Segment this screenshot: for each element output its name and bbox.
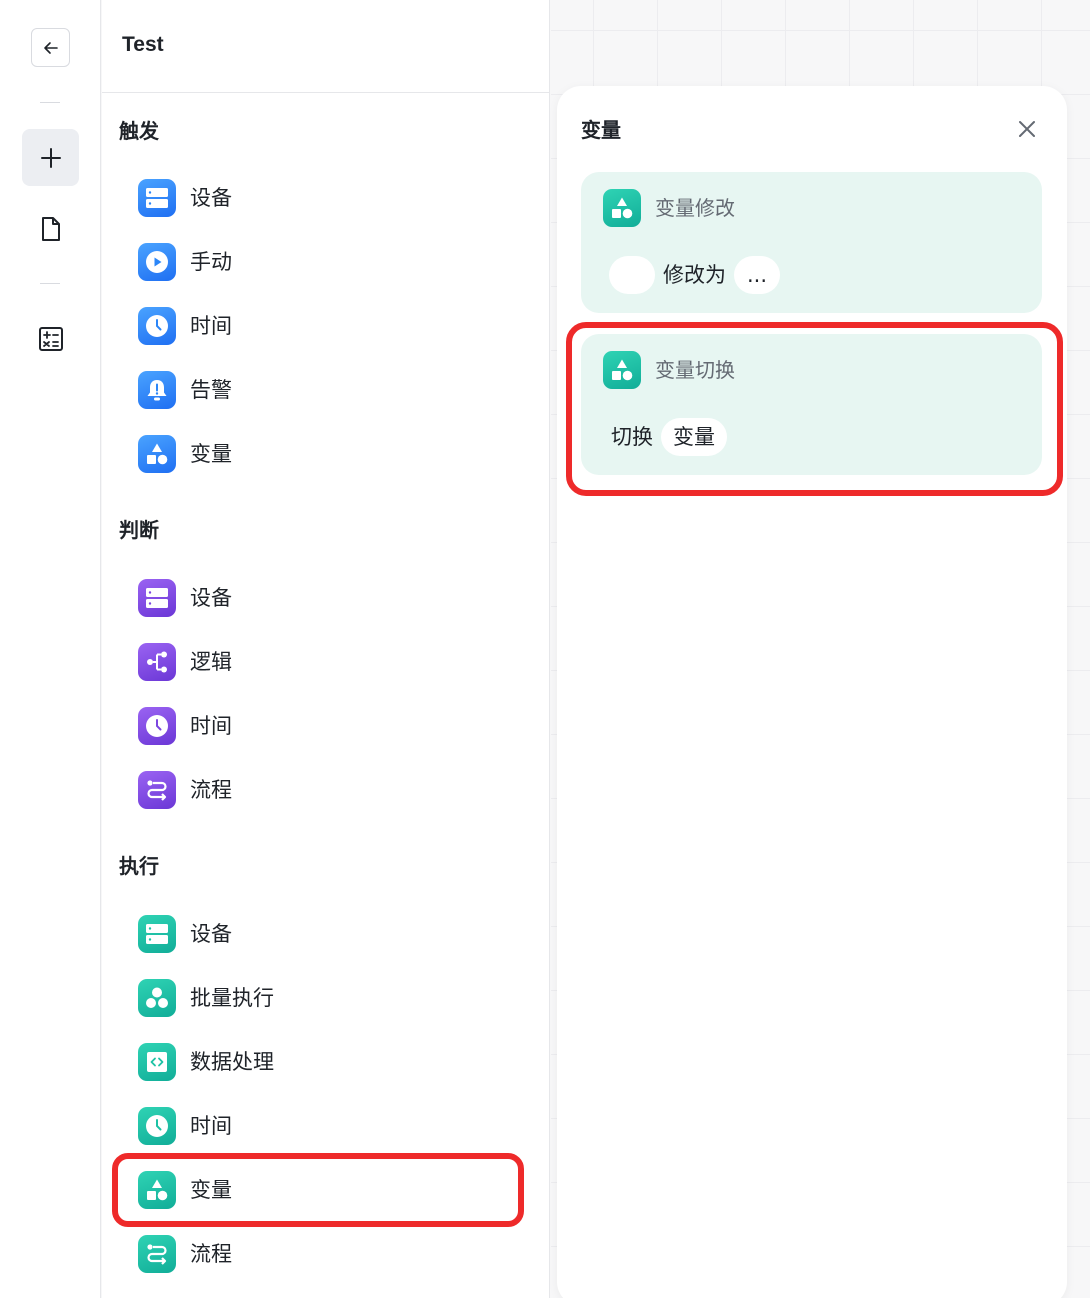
clock-icon bbox=[138, 307, 176, 345]
trigger-item-device[interactable]: 设备 bbox=[138, 178, 518, 218]
trigger-item-label: 设备 bbox=[190, 186, 232, 210]
card-header: 变量修改 bbox=[603, 189, 735, 227]
document-icon bbox=[41, 216, 60, 241]
judge-item-label: 逻辑 bbox=[190, 650, 232, 674]
trigger-item-label: 变量 bbox=[190, 442, 232, 466]
action-item-data-processing[interactable]: 数据处理 bbox=[138, 1042, 518, 1082]
flow-icon bbox=[138, 771, 176, 809]
judge-item-label: 设备 bbox=[190, 586, 232, 610]
section-title-action: 执行 bbox=[119, 854, 159, 878]
document-button[interactable] bbox=[36, 214, 65, 243]
shapes-icon bbox=[603, 189, 641, 227]
clock-icon bbox=[138, 1107, 176, 1145]
add-node-button[interactable] bbox=[22, 129, 79, 186]
action-item-batch[interactable]: 批量执行 bbox=[138, 978, 518, 1018]
shapes-icon bbox=[138, 435, 176, 473]
judge-item-time[interactable]: 时间 bbox=[138, 706, 518, 746]
server-icon bbox=[138, 915, 176, 953]
trigger-item-manual[interactable]: 手动 bbox=[138, 242, 518, 282]
back-button[interactable] bbox=[31, 28, 70, 67]
judge-item-label: 时间 bbox=[190, 714, 232, 738]
highlight-frame-card bbox=[566, 322, 1063, 496]
page-title: Test bbox=[122, 33, 164, 56]
action-item-label: 时间 bbox=[190, 1114, 232, 1138]
section-title-trigger: 触发 bbox=[119, 119, 159, 143]
action-item-label: 批量执行 bbox=[190, 986, 274, 1010]
action-item-label: 流程 bbox=[190, 1242, 232, 1266]
card-name: 变量修改 bbox=[655, 196, 735, 220]
rail-divider bbox=[40, 102, 60, 103]
left-rail bbox=[0, 0, 101, 1298]
branch-icon bbox=[138, 643, 176, 681]
action-item-label: 设备 bbox=[190, 922, 232, 946]
trigger-item-label: 时间 bbox=[190, 314, 232, 338]
panel-header: Test bbox=[102, 0, 550, 93]
server-icon bbox=[138, 179, 176, 217]
calculator-icon bbox=[38, 326, 63, 351]
play-icon bbox=[138, 243, 176, 281]
plus-icon bbox=[40, 147, 61, 168]
action-item-flow[interactable]: 流程 bbox=[138, 1234, 518, 1274]
clock-icon bbox=[138, 707, 176, 745]
card-body: 修改为 ... bbox=[609, 255, 780, 295]
code-icon bbox=[138, 1043, 176, 1081]
card-text: 修改为 bbox=[663, 263, 726, 287]
action-item-device[interactable]: 设备 bbox=[138, 914, 518, 954]
judge-item-flow[interactable]: 流程 bbox=[138, 770, 518, 810]
judge-item-logic[interactable]: 逻辑 bbox=[138, 642, 518, 682]
arrow-left-icon bbox=[43, 41, 58, 54]
circles-icon bbox=[138, 979, 176, 1017]
close-icon bbox=[1019, 121, 1035, 137]
judge-item-label: 流程 bbox=[190, 778, 232, 802]
detail-title: 变量 bbox=[581, 118, 621, 142]
trigger-item-alarm[interactable]: 告警 bbox=[138, 370, 518, 410]
section-title-judge: 判断 bbox=[119, 518, 159, 542]
calculator-button[interactable] bbox=[36, 324, 65, 353]
value-pill[interactable]: ... bbox=[734, 256, 780, 294]
trigger-item-label: 手动 bbox=[190, 250, 232, 274]
judge-item-device[interactable]: 设备 bbox=[138, 578, 518, 618]
variable-select-pill[interactable] bbox=[609, 256, 655, 294]
highlight-frame-list-item bbox=[112, 1153, 524, 1227]
trigger-item-time[interactable]: 时间 bbox=[138, 306, 518, 346]
action-item-time[interactable]: 时间 bbox=[138, 1106, 518, 1146]
node-list-panel: Test 触发 设备 手动 时间 告警 变量 判断 设备 逻辑 时间 流程 执行… bbox=[102, 0, 550, 1298]
close-button[interactable] bbox=[1016, 118, 1038, 140]
rail-divider bbox=[40, 283, 60, 284]
server-icon bbox=[138, 579, 176, 617]
node-card-variable-modify[interactable]: 变量修改 修改为 ... bbox=[581, 172, 1042, 313]
trigger-item-label: 告警 bbox=[190, 378, 232, 402]
flow-icon bbox=[138, 1235, 176, 1273]
trigger-item-variable[interactable]: 变量 bbox=[138, 434, 518, 474]
bell-alert-icon bbox=[138, 371, 176, 409]
detail-panel: 变量 变量修改 修改为 ... 变量切换 切换 变量 bbox=[557, 86, 1067, 1298]
action-item-label: 数据处理 bbox=[190, 1050, 274, 1074]
